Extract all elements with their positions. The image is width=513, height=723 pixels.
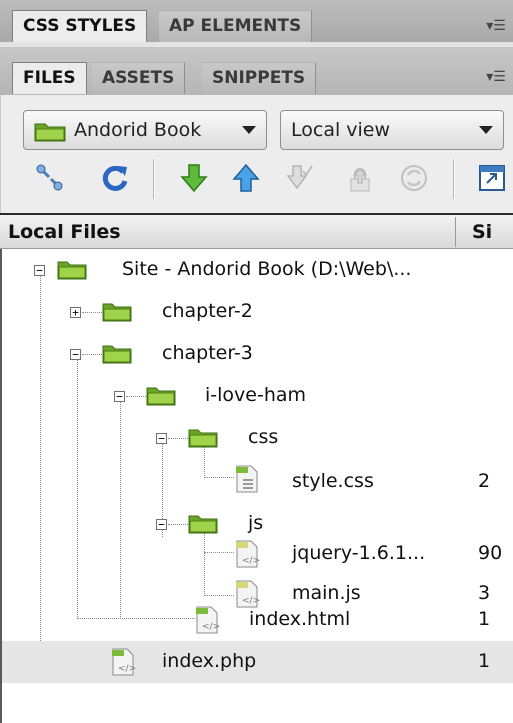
tree-line	[168, 438, 188, 439]
tab-snippets[interactable]: SNIPPETS	[202, 62, 317, 94]
svg-text:</>: </>	[242, 596, 260, 606]
tree-item-label: index.php	[162, 650, 257, 672]
tree-line	[126, 396, 146, 397]
column-size[interactable]: Si	[472, 215, 492, 249]
svg-text:</>: </>	[202, 622, 220, 632]
tab-ap-elements[interactable]: AP ELEMENTS	[159, 10, 313, 42]
file-size: 3	[478, 582, 491, 604]
tree-row-site[interactable]: − Site - Andorid Book (D:\Web\...	[2, 249, 513, 291]
js-file-icon: </>	[236, 540, 260, 568]
site-folder-icon	[34, 123, 66, 142]
chevron-down-icon	[242, 126, 256, 134]
collapse-toggle[interactable]: −	[114, 391, 125, 402]
tab-css-styles[interactable]: CSS STYLES	[12, 10, 148, 42]
tree-item-label: chapter-3	[162, 342, 253, 364]
chevron-down-icon	[479, 126, 493, 134]
html-file-icon: </>	[196, 606, 220, 634]
panel-options-menu-icon[interactable]: ▾☰	[483, 16, 509, 36]
synchronize-icon[interactable]	[399, 163, 429, 193]
put-up-arrow-icon[interactable]	[231, 163, 261, 193]
tree-row-folder[interactable]: + chapter-2	[2, 291, 513, 333]
toolbar-separator	[453, 159, 455, 199]
tree-line	[82, 354, 102, 355]
php-file-icon: </>	[112, 648, 136, 676]
tree-row-file[interactable]: style.css 2	[2, 459, 513, 501]
collapse-toggle[interactable]: −	[70, 349, 81, 360]
tree-item-label: i-love-ham	[205, 384, 307, 406]
folder-icon	[146, 387, 176, 406]
check-out-icon[interactable]	[285, 163, 315, 193]
file-size: 2	[478, 470, 491, 492]
get-down-arrow-icon[interactable]	[179, 163, 209, 193]
check-in-icon[interactable]	[345, 163, 375, 193]
file-size: 90	[478, 542, 503, 564]
tree-item-label: index.html	[249, 608, 351, 630]
refresh-icon[interactable]	[101, 163, 131, 193]
tree-line	[168, 524, 188, 525]
folder-icon	[102, 303, 132, 322]
view-select[interactable]: Local view	[280, 110, 504, 150]
site-folder-icon	[57, 261, 87, 280]
files-panel-tabbar: FILES ASSETS SNIPPETS ▾☰	[0, 47, 513, 96]
css-file-icon	[236, 465, 258, 493]
tree-item-label: main.js	[292, 582, 361, 604]
svg-text:</>: </>	[242, 556, 260, 566]
expand-panel-icon[interactable]	[477, 163, 507, 193]
files-toolbar: Andorid Book Local view	[0, 95, 513, 213]
file-size: 1	[478, 608, 491, 630]
tree-row-file-selected[interactable]: </> index.php 1	[2, 641, 513, 683]
tree-row-folder[interactable]: − chapter-3	[2, 333, 513, 375]
folder-icon	[188, 515, 218, 534]
collapse-toggle[interactable]: −	[34, 265, 45, 276]
css-panel-tabbar: CSS STYLES AP ELEMENTS ▾☰	[0, 0, 513, 43]
tree-item-label: style.css	[292, 470, 374, 492]
expand-toggle[interactable]: +	[70, 307, 81, 318]
folder-icon	[188, 429, 218, 448]
file-tree: − Site - Andorid Book (D:\Web\... + chap…	[0, 249, 513, 723]
connect-icon[interactable]	[35, 163, 65, 193]
tree-line	[82, 312, 102, 313]
tree-item-label: css	[248, 426, 279, 448]
tab-files[interactable]: FILES	[12, 62, 87, 94]
column-divider[interactable]	[455, 217, 456, 247]
site-select[interactable]: Andorid Book	[23, 110, 267, 150]
tree-item-label: Site - Andorid Book (D:\Web\...	[122, 258, 412, 280]
files-panel-options-menu-icon[interactable]: ▾☰	[483, 67, 509, 87]
tree-item-label: chapter-2	[162, 300, 253, 322]
column-local-files[interactable]: Local Files	[8, 215, 121, 249]
view-select-label: Local view	[291, 119, 391, 141]
svg-text:</>: </>	[118, 664, 136, 674]
file-list-header: Local Files Si	[0, 213, 513, 249]
tree-row-folder[interactable]: − js	[2, 501, 513, 543]
tree-row-folder[interactable]: − i-love-ham	[2, 375, 513, 417]
tree-item-label: js	[248, 512, 264, 534]
js-file-icon: </>	[236, 580, 260, 608]
tab-assets[interactable]: ASSETS	[92, 62, 186, 94]
file-size: 1	[478, 650, 491, 672]
folder-icon	[102, 345, 132, 364]
toolbar-separator	[153, 159, 155, 199]
tree-item-label: jquery-1.6.1...	[292, 542, 426, 564]
site-select-label: Andorid Book	[74, 119, 202, 141]
collapse-toggle[interactable]: −	[156, 519, 167, 530]
collapse-toggle[interactable]: −	[156, 433, 167, 444]
tree-row-folder[interactable]: − css	[2, 417, 513, 459]
